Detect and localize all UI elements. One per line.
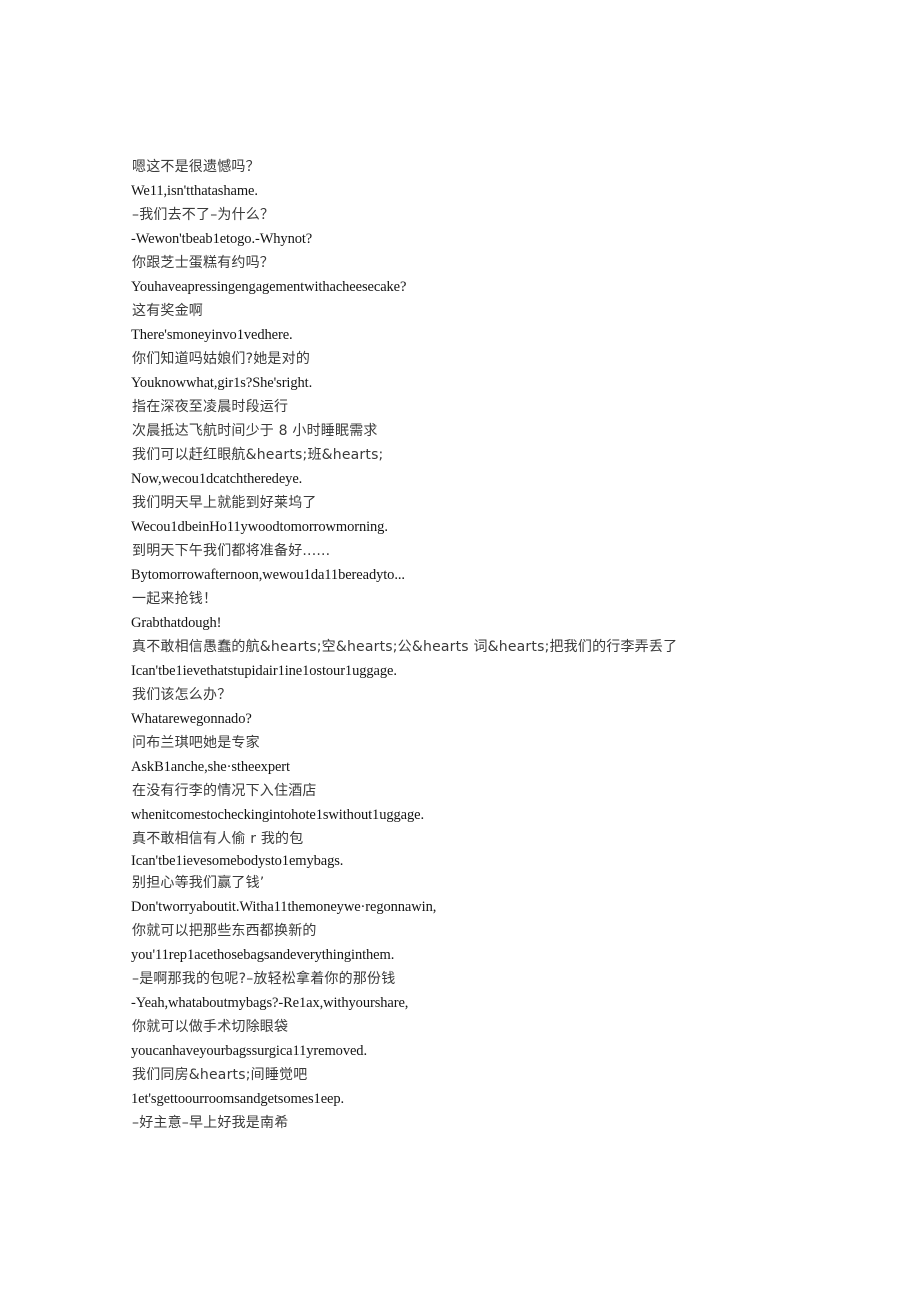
transcript-line: 这有奖金啊 (132, 303, 203, 319)
transcript-line: 真不敢相信有人偷 r 我的包 (132, 831, 304, 847)
transcript-line: Grabthatdough! (131, 615, 222, 631)
transcript-line: Wecou1dbeinHo11ywoodtomorrowmorning. (131, 519, 388, 535)
transcript-line: Now,wecou1dcatchtheredeye. (131, 471, 303, 487)
transcript-line: –是啊那我的包呢?–放轻松拿着你的那份钱 (132, 971, 396, 987)
transcript-line: 我们明天早上就能到好莱坞了 (132, 495, 317, 511)
transcript-line: Whatarewegonnado? (131, 711, 252, 727)
transcript-line: you'11rep1acethosebagsandeverythinginthe… (131, 947, 395, 963)
transcript-line: Youhaveapressingengagementwithacheesecak… (131, 279, 407, 295)
transcript-line: We11,isn'tthatashame. (131, 183, 258, 199)
transcript-line: 我们可以赶红眼航&hearts;班&hearts; (132, 447, 384, 463)
transcript-line: –我们去不了–为什么？ (132, 207, 275, 223)
transcript-line: 1et'sgettoourroomsandgetsomes1eep. (131, 1091, 345, 1107)
transcript-line: 我们该怎么办？ (132, 687, 232, 703)
transcript-line: Ican'tbe1ievethatstupidair1ine1ostour1ug… (131, 663, 397, 679)
transcript-line: whenitcomestocheckingintohote1swithout1u… (131, 807, 424, 823)
transcript-line: AskB1anche,she·stheexpert (131, 759, 290, 775)
transcript-line: 一起来抢钱！ (132, 591, 218, 607)
transcript-line: 在没有行李的情况下入住酒店 (132, 783, 317, 799)
transcript-line: -Yeah,whataboutmybags?-Re1ax,withyoursha… (131, 995, 409, 1011)
transcript-line: 我们同房&hearts;间睡觉吧 (132, 1067, 308, 1083)
transcript-line: Bytomorrowafternoon,wewou1da11bereadyto.… (131, 567, 405, 583)
transcript-line: 指在深夜至凌晨时段运行 (132, 399, 289, 415)
transcript-line: Ican'tbe1ievesomebodysto1emybags. (131, 853, 344, 869)
transcript-line: 你跟芝士蛋糕有约吗？ (132, 255, 274, 271)
transcript-line: Don'tworryaboutit.Witha11themoneywe·rego… (131, 899, 437, 915)
transcript-line: 真不敢相信愚蠢的航&hearts;空&hearts;公&hearts 词&hea… (132, 639, 678, 655)
transcript-line: –好主意–早上好我是南希 (132, 1115, 289, 1131)
transcript-line: 次晨抵达飞航时间少于 8 小时睡眠需求 (132, 423, 378, 439)
document-page: 嗯这不是很遗憾吗？ We11,isn'tthatashame. –我们去不了–为什么… (0, 0, 920, 1301)
transcript-line: 你们知道吗姑娘们?她是对的 (132, 351, 311, 367)
transcript-line: 嗯这不是很遗憾吗？ (132, 159, 260, 175)
transcript-line: 别担心等我们赢了钱’ (132, 875, 265, 891)
transcript-line: -Wewon'tbeab1etogo.-Whynot? (131, 231, 313, 247)
subtitle-transcript-block: 嗯这不是很遗憾吗？ We11,isn'tthatashame. –我们去不了–为什么… (131, 155, 831, 1135)
transcript-line: 问布兰琪吧她是专家 (132, 735, 260, 751)
transcript-line: 到明天下午我们都将准备好...... (132, 543, 331, 559)
transcript-line: 你就可以把那些东西都换新的 (132, 923, 317, 939)
transcript-line: 你就可以做手术切除眼袋 (132, 1019, 289, 1035)
transcript-line: There'smoneyinvo1vedhere. (131, 327, 293, 343)
transcript-line: Youknowwhat,gir1s?She'sright. (131, 375, 313, 391)
transcript-line: youcanhaveyourbagssurgica11yremoved. (131, 1043, 367, 1059)
